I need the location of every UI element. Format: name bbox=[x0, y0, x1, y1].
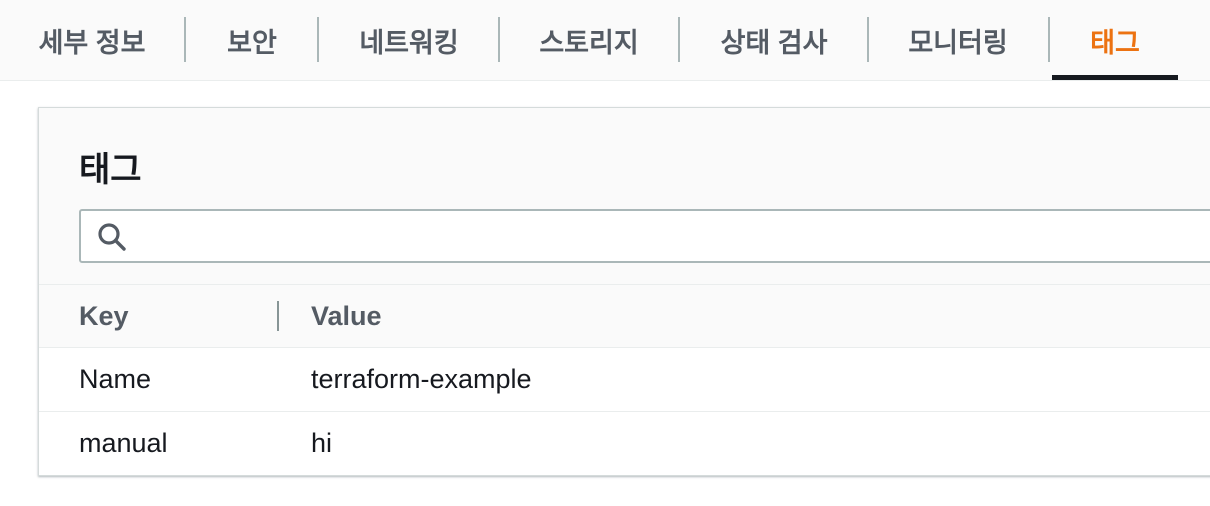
tab-tags[interactable]: 태그 bbox=[1052, 0, 1178, 80]
search-input[interactable] bbox=[139, 211, 1210, 263]
tab-divider bbox=[678, 17, 680, 62]
search-box[interactable] bbox=[79, 209, 1210, 263]
tab-divider bbox=[184, 17, 186, 62]
table-header: Key Value bbox=[39, 285, 1210, 348]
column-header-value[interactable]: Value bbox=[311, 301, 382, 332]
tag-value-cell: hi bbox=[311, 428, 333, 458]
search-icon bbox=[98, 223, 126, 251]
tab-details[interactable]: 세부 정보 bbox=[18, 0, 166, 80]
column-resizer[interactable] bbox=[277, 301, 279, 331]
tag-key-cell: Name bbox=[79, 364, 152, 394]
tab-divider bbox=[867, 17, 869, 62]
tab-bar: 세부 정보 보안 네트워킹 스토리지 상태 검사 모니터링 태그 bbox=[0, 0, 1210, 81]
tab-status-checks[interactable]: 상태 검사 bbox=[696, 0, 852, 80]
active-tab-indicator bbox=[1052, 75, 1178, 80]
tab-storage[interactable]: 스토리지 bbox=[516, 0, 662, 80]
tab-networking[interactable]: 네트워킹 bbox=[336, 0, 482, 80]
tag-value-cell: terraform-example bbox=[311, 364, 532, 394]
column-header-key[interactable]: Key bbox=[79, 301, 129, 332]
tab-security[interactable]: 보안 bbox=[200, 0, 304, 80]
panel-title: 태그 bbox=[79, 151, 142, 189]
tab-monitoring[interactable]: 모니터링 bbox=[884, 0, 1032, 80]
tab-divider bbox=[317, 17, 319, 62]
tag-key-cell: manual bbox=[79, 428, 168, 458]
tab-divider bbox=[498, 17, 500, 62]
tab-divider bbox=[1048, 17, 1050, 62]
tags-panel: 태그 Key Value Name terraform-example manu… bbox=[38, 107, 1210, 476]
panel-header: 태그 bbox=[39, 108, 1210, 285]
table-row: manual hi bbox=[39, 412, 1210, 475]
table-row: Name terraform-example bbox=[39, 348, 1210, 412]
